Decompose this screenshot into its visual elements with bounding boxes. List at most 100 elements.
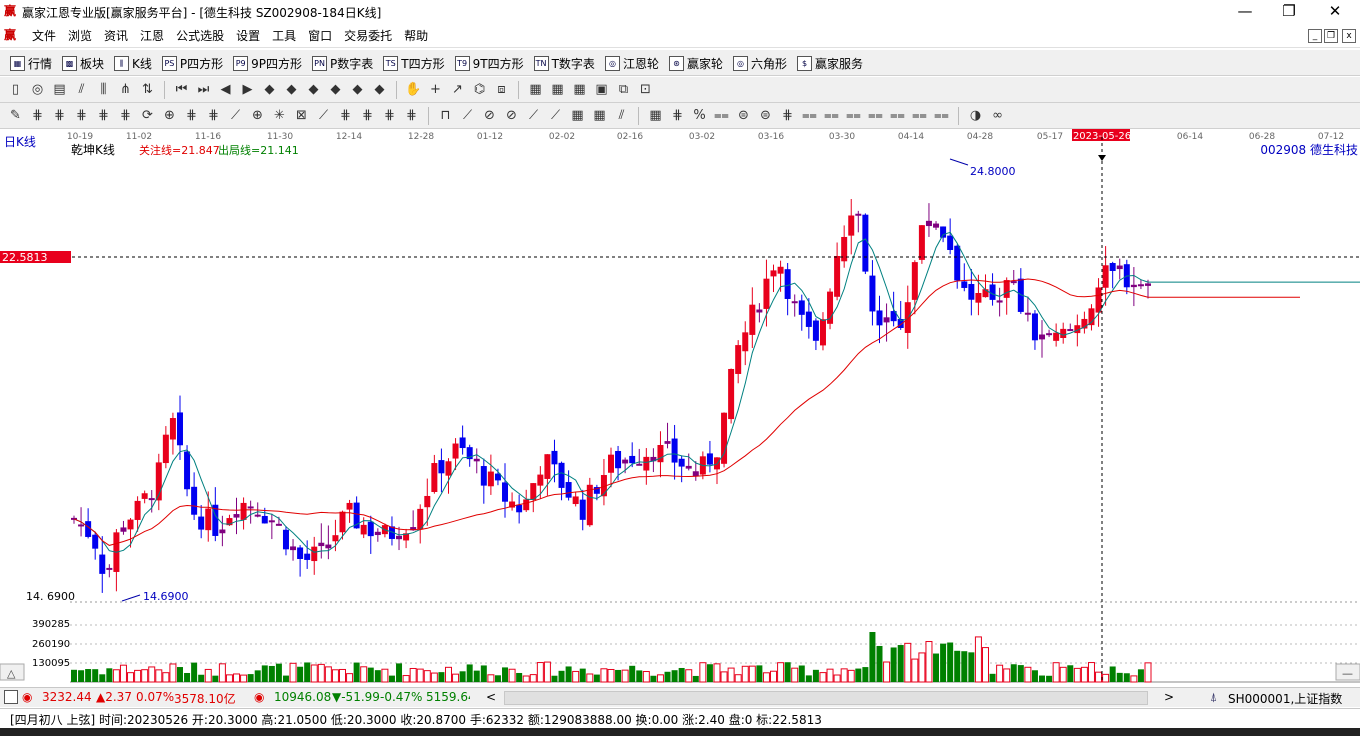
restore-button[interactable]: ❐ bbox=[1266, 0, 1312, 24]
tool-icon[interactable]: ⩵ bbox=[910, 107, 929, 125]
tool-icon[interactable]: ⊕ bbox=[160, 107, 179, 125]
box-icon[interactable]: ⧈ bbox=[492, 81, 511, 99]
toolbar-button[interactable]: TS T四方形 bbox=[381, 53, 446, 73]
tool-icon[interactable]: ⊘ bbox=[480, 107, 499, 125]
toolbar-button[interactable]: T9 9T四方形 bbox=[453, 53, 526, 73]
tool-icon[interactable]: ⟋ bbox=[546, 107, 565, 125]
toolbar-button[interactable]: P9 9P四方形 bbox=[231, 53, 304, 73]
diamond-icon[interactable]: ◆ bbox=[282, 81, 301, 99]
tool-icon[interactable]: ⋕ bbox=[778, 107, 797, 125]
fork-icon[interactable]: ⋔ bbox=[116, 81, 135, 99]
table-icon[interactable]: ▦ bbox=[570, 81, 589, 99]
tool-icon[interactable]: ⫽ bbox=[612, 107, 631, 125]
tool-icon[interactable]: ⊜ bbox=[756, 107, 775, 125]
crosshair-icon[interactable]: + bbox=[426, 81, 445, 99]
prev-icon[interactable]: ◀ bbox=[216, 81, 235, 99]
chart-icon[interactable]: ⫽ bbox=[72, 81, 91, 99]
menu-item[interactable]: 帮助 bbox=[398, 28, 434, 45]
toolbar-button[interactable]: PS P四方形 bbox=[160, 53, 225, 73]
tool-icon[interactable]: ⊜ bbox=[734, 107, 753, 125]
tool-icon[interactable]: ⟋ bbox=[458, 107, 477, 125]
calculator-icon[interactable] bbox=[4, 690, 18, 704]
diamond-icon[interactable]: ◆ bbox=[370, 81, 389, 99]
tool-icon[interactable]: ⟋ bbox=[314, 107, 333, 125]
tool-icon[interactable]: ⩵ bbox=[712, 107, 731, 125]
tool-icon[interactable]: ▦ bbox=[646, 107, 665, 125]
menu-app-icon[interactable]: 赢 bbox=[4, 28, 18, 42]
tool-icon[interactable]: ∞ bbox=[988, 107, 1007, 125]
shape-icon[interactable]: ⌬ bbox=[470, 81, 489, 99]
first-icon[interactable]: ⏮ bbox=[172, 81, 191, 99]
toolbar-button[interactable]: PN P数字表 bbox=[310, 53, 375, 73]
mdi-close-button[interactable]: x bbox=[1342, 29, 1356, 43]
tool-icon[interactable]: ⋕ bbox=[668, 107, 687, 125]
tool-icon[interactable]: ⊓ bbox=[436, 107, 455, 125]
sort-icon[interactable]: ⇅ bbox=[138, 81, 157, 99]
menu-item[interactable]: 资讯 bbox=[98, 28, 134, 45]
copy-icon[interactable]: ⧉ bbox=[614, 81, 633, 99]
kline-chart[interactable]: 10-19 11-02 11-16 11-30 12-14 12-28 01-12 02-02… bbox=[0, 129, 1360, 687]
tool-icon[interactable]: ⟋ bbox=[524, 107, 543, 125]
minimize-button[interactable]: — bbox=[1222, 0, 1268, 24]
tool-icon[interactable]: ⊕ bbox=[248, 107, 267, 125]
horizontal-scrollbar[interactable] bbox=[504, 691, 1148, 705]
save-icon[interactable]: ▣ bbox=[592, 81, 611, 99]
diamond-icon[interactable]: ◆ bbox=[348, 81, 367, 99]
scroll-left-icon[interactable]: < bbox=[486, 690, 496, 704]
mdi-minimize-button[interactable]: _ bbox=[1308, 29, 1322, 43]
period-icon[interactable]: ▯ bbox=[6, 81, 25, 99]
tool-icon[interactable]: ⋕ bbox=[28, 107, 47, 125]
next-icon[interactable]: ▶ bbox=[238, 81, 257, 99]
close-button[interactable]: ✕ bbox=[1312, 0, 1358, 24]
tool-icon[interactable]: ⊘ bbox=[502, 107, 521, 125]
cycle-icon[interactable]: ◎ bbox=[28, 81, 47, 99]
scroll-right-icon[interactable]: > bbox=[1164, 690, 1174, 704]
tool-icon[interactable]: ⋕ bbox=[402, 107, 421, 125]
tool-icon[interactable]: % bbox=[690, 107, 709, 125]
menu-item[interactable]: 交易委托 bbox=[338, 28, 398, 45]
toolbar-button[interactable]: ◎ 六角形 bbox=[731, 53, 789, 73]
diamond-icon[interactable]: ◆ bbox=[260, 81, 279, 99]
tool-icon[interactable]: ⩵ bbox=[800, 107, 819, 125]
menu-item[interactable]: 工具 bbox=[266, 28, 302, 45]
menu-item[interactable]: 江恩 bbox=[134, 28, 170, 45]
tool-icon[interactable]: ▦ bbox=[590, 107, 609, 125]
mdi-restore-button[interactable]: ❐ bbox=[1324, 29, 1338, 43]
toolbar-button[interactable]: ▦ 行情 bbox=[8, 53, 54, 73]
toolbar-button[interactable]: ◎ 江恩轮 bbox=[603, 53, 661, 73]
bars-icon[interactable]: ⫼ bbox=[94, 81, 113, 99]
tool-icon[interactable]: ⟳ bbox=[138, 107, 157, 125]
trend-icon[interactable]: ↗ bbox=[448, 81, 467, 99]
tool-icon[interactable]: ⋕ bbox=[336, 107, 355, 125]
print-icon[interactable]: ⊡ bbox=[636, 81, 655, 99]
tool-icon[interactable]: ⩵ bbox=[844, 107, 863, 125]
tool-icon[interactable]: ⩵ bbox=[866, 107, 885, 125]
menu-item[interactable]: 浏览 bbox=[62, 28, 98, 45]
tool-icon[interactable]: ⊠ bbox=[292, 107, 311, 125]
tool-icon[interactable]: ✎ bbox=[6, 107, 25, 125]
diamond-icon[interactable]: ◆ bbox=[304, 81, 323, 99]
tool-icon[interactable]: ⩵ bbox=[888, 107, 907, 125]
index-selector[interactable]: SH000001,上证指数 bbox=[1228, 690, 1342, 707]
last-icon[interactable]: ⏭ bbox=[194, 81, 213, 99]
tool-icon[interactable]: ⟋ bbox=[226, 107, 245, 125]
toolbar-button[interactable]: ⫼ K线 bbox=[112, 53, 154, 73]
menu-item[interactable]: 设置 bbox=[230, 28, 266, 45]
tool-icon[interactable]: ⋕ bbox=[50, 107, 69, 125]
hand-icon[interactable]: ✋ bbox=[404, 81, 423, 99]
menu-item[interactable]: 窗口 bbox=[302, 28, 338, 45]
tool-icon[interactable]: ⩵ bbox=[932, 107, 951, 125]
calendar-icon[interactable]: ▦ bbox=[526, 81, 545, 99]
tool-icon[interactable]: ⋕ bbox=[94, 107, 113, 125]
tool-icon[interactable]: ⋕ bbox=[358, 107, 377, 125]
toolbar-button[interactable]: ⊛ 赢家轮 bbox=[667, 53, 725, 73]
grid-icon[interactable]: ▦ bbox=[548, 81, 567, 99]
toolbar-button[interactable]: $ 赢家服务 bbox=[795, 53, 865, 73]
menu-item[interactable]: 公式选股 bbox=[170, 28, 230, 45]
tool-icon[interactable]: ◑ bbox=[966, 107, 985, 125]
tool-icon[interactable]: ⩵ bbox=[822, 107, 841, 125]
diamond-icon[interactable]: ◆ bbox=[326, 81, 345, 99]
list-icon[interactable]: ▤ bbox=[50, 81, 69, 99]
tool-icon[interactable]: ⋕ bbox=[116, 107, 135, 125]
tool-icon[interactable]: ▦ bbox=[568, 107, 587, 125]
